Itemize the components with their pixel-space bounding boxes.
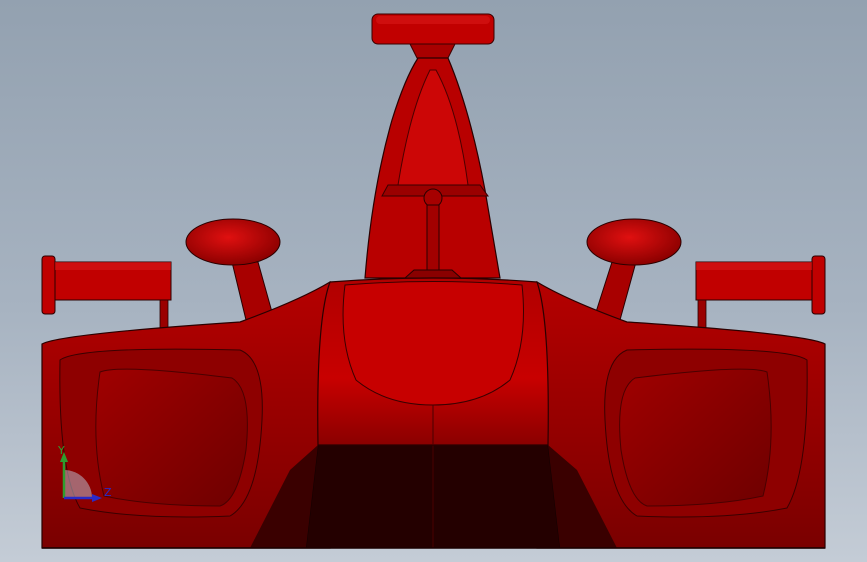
airbox-intake bbox=[371, 13, 495, 59]
cad-graphics-viewport[interactable]: Y Z bbox=[0, 0, 867, 562]
z-axis-arrow bbox=[92, 494, 102, 502]
right-rear-wing bbox=[695, 255, 826, 329]
y-axis-label: Y bbox=[57, 444, 65, 457]
left-mirror bbox=[185, 218, 281, 321]
race-car-front-view[interactable] bbox=[0, 0, 867, 562]
coordinate-triad: Y Z bbox=[57, 444, 112, 502]
z-axis-label: Z bbox=[104, 486, 112, 499]
nose-cone bbox=[317, 277, 549, 446]
floor-section bbox=[250, 444, 617, 549]
right-mirror bbox=[586, 218, 682, 321]
left-rear-wing bbox=[41, 255, 172, 329]
